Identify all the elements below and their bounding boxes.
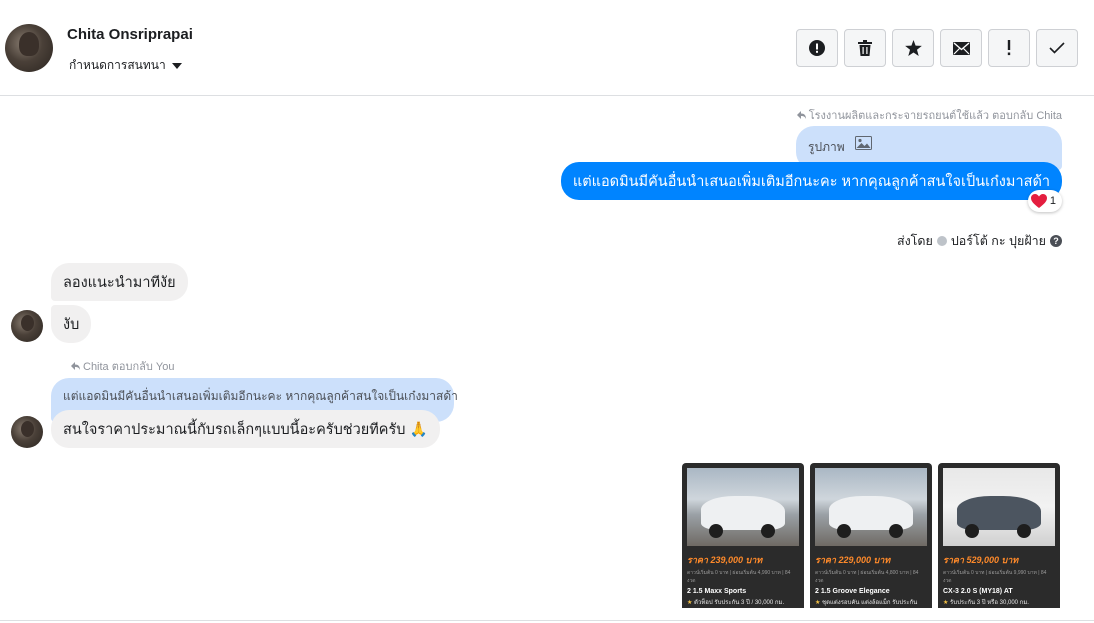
mark-unread-button[interactable] — [940, 29, 982, 67]
assign-label: กำหนดการสนทนา — [69, 58, 166, 72]
car-price: ราคา 529,000 บาท — [943, 555, 1019, 565]
assign-conversation-dropdown[interactable]: กำหนดการสนทนา — [69, 56, 182, 75]
car-warranty: ชุดแต่งรอบคัน แต่งล้อแม็ก รับประกัน — [815, 597, 927, 607]
heart-icon — [1030, 194, 1047, 208]
car-listing-image[interactable]: ราคา 229,000 บาท ดาวน์เริ่มต้น 0 บาท | ผ… — [810, 463, 932, 608]
envelope-icon — [952, 41, 970, 55]
car-photo — [687, 468, 799, 546]
sent-by-info: ส่งโดย ปอร์โต้ กะ ปุยฝ้าย ? — [897, 231, 1062, 251]
reaction-count: 1 — [1049, 195, 1056, 207]
exclamation-icon — [1007, 40, 1011, 56]
car-model: 2 1.5 Maxx Sports — [687, 588, 747, 595]
reply-arrow-icon — [71, 362, 80, 370]
contact-name[interactable]: Chita Onsriprapai — [67, 26, 193, 43]
star-button[interactable] — [892, 29, 934, 67]
car-warranty: รับประกัน 3 ปี หรือ 30,000 กม. — [943, 597, 1055, 607]
car-photo — [943, 468, 1055, 546]
car-finance: ดาวน์เริ่มต้น 0 บาท | ผ่อนเริ่มต้น 4,800… — [815, 570, 919, 584]
car-finance: ดาวน์เริ่มต้น 0 บาท | ผ่อนเริ่มต้น 9,990… — [943, 570, 1047, 584]
composer-divider — [0, 620, 1094, 621]
star-icon — [904, 40, 922, 56]
image-icon — [854, 136, 872, 150]
reply-context-text: โรงงานผลิตและกระจายรถยนต์ใช้แล้ว ตอบกลับ… — [808, 110, 1062, 122]
help-icon[interactable]: ? — [1050, 235, 1062, 247]
conversation-toolbar — [796, 29, 1078, 67]
car-finance: ดาวน์เริ่มต้น 0 บาท | ผ่อนเริ่มต้น 4,990… — [687, 570, 791, 584]
quoted-image-label: รูปภาพ — [808, 140, 845, 154]
delete-button[interactable] — [844, 29, 886, 67]
car-warranty: ตัวท็อป รับประกัน 3 ปี / 30,000 กม. — [687, 597, 799, 607]
caret-down-icon — [171, 63, 182, 69]
reply-context-outgoing: โรงงานผลิตและกระจายรถยนต์ใช้แล้ว ตอบกลับ… — [796, 106, 1062, 124]
reply-context-text: Chita ตอบกลับ You — [83, 361, 175, 373]
car-listing-image[interactable]: ราคา 529,000 บาท ดาวน์เริ่มต้น 0 บาท | ผ… — [938, 463, 1060, 608]
image-attachments: ราคา 239,000 บาท ดาวน์เริ่มต้น 0 บาท | ผ… — [682, 463, 1060, 608]
incoming-message[interactable]: สนใจราคาประมาณนี้กับรถเล็กๆแบบนี้อะครับช… — [51, 410, 440, 448]
car-listing-image[interactable]: ราคา 239,000 บาท ดาวน์เริ่มต้น 0 บาท | ผ… — [682, 463, 804, 608]
car-model: CX-3 2.0 S (MY18) AT — [943, 588, 1013, 595]
page-user-icon — [936, 236, 947, 246]
sender-avatar[interactable] — [11, 416, 43, 448]
mark-done-button[interactable] — [1036, 29, 1078, 67]
report-spam-button[interactable] — [796, 29, 838, 67]
sent-by-name[interactable]: ปอร์โต้ กะ ปุยฝ้าย — [951, 231, 1046, 251]
sender-avatar[interactable] — [11, 310, 43, 342]
trash-icon — [858, 40, 872, 56]
conversation-header: Chita Onsriprapai กำหนดการสนทนา — [0, 0, 1094, 96]
exclamation-circle-icon — [809, 40, 825, 56]
check-icon — [1049, 42, 1065, 54]
reply-context-incoming: Chita ตอบกลับ You — [71, 357, 174, 375]
follow-up-button[interactable] — [988, 29, 1030, 67]
reaction-badge[interactable]: 1 — [1027, 190, 1062, 212]
car-model: 2 1.5 Groove Elegance — [815, 588, 890, 595]
outgoing-message[interactable]: แต่แอดมินมีคันอื่นนำเสนอเพิ่มเติมอีกนะคะ… — [560, 162, 1062, 200]
reply-arrow-icon — [796, 111, 806, 119]
sent-by-prefix: ส่งโดย — [896, 234, 933, 248]
car-price: ราคา 239,000 บาท — [687, 555, 763, 565]
contact-avatar[interactable] — [5, 24, 53, 72]
car-price: ราคา 229,000 บาท — [815, 555, 891, 565]
incoming-message[interactable]: ลองแนะนำมาทีงัย — [51, 263, 188, 301]
incoming-message[interactable]: งับ — [51, 305, 92, 343]
car-photo — [815, 468, 927, 546]
